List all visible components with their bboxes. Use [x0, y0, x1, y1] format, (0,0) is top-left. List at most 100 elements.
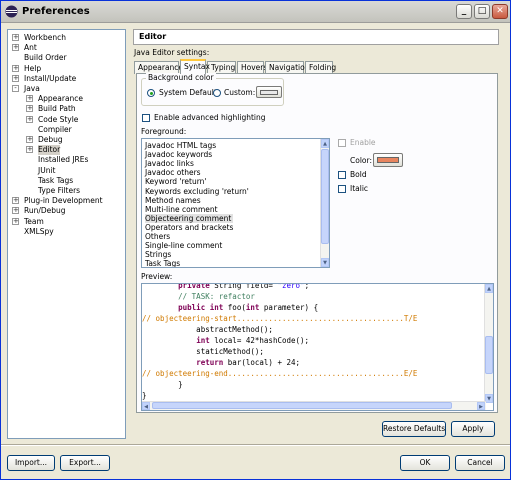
export-button[interactable]: Export... [60, 455, 110, 471]
close-button[interactable]: ✕ [492, 4, 508, 19]
foreground-list-item[interactable]: Javadoc HTML tags [145, 141, 216, 150]
tree-item-ant[interactable]: + Ant [8, 43, 125, 53]
maximize-icon: □ [477, 6, 487, 16]
tree-item-junit[interactable]: JUnit [8, 166, 125, 176]
code-token: // objecteering-start...................… [142, 314, 418, 323]
expand-icon[interactable]: + [12, 44, 19, 52]
tree-item-install-update[interactable]: + Install/Update [8, 74, 125, 84]
expand-icon[interactable]: + [26, 105, 33, 113]
advanced-highlighting-checkbox[interactable] [142, 114, 150, 122]
system-default-radio[interactable] [147, 89, 155, 97]
title-bar[interactable]: Preferences _ □ ✕ [1, 1, 510, 23]
bold-label[interactable]: Bold [350, 170, 367, 179]
footer-divider [1, 444, 510, 446]
foreground-list-item[interactable]: Strings [145, 250, 171, 259]
foreground-list-item[interactable]: Operators and brackets [145, 223, 233, 232]
tab-syntax[interactable]: Syntax [180, 59, 210, 74]
tree-item-editor[interactable]: + Editor [8, 145, 125, 156]
foreground-scrollbar[interactable]: ▲ ▼ [320, 139, 329, 267]
foreground-list-item[interactable]: Single-line comment [145, 241, 222, 250]
code-preview[interactable]: } } // objecteering-end..................… [141, 283, 494, 411]
italic-label[interactable]: Italic [350, 184, 368, 193]
expand-icon[interactable]: + [26, 95, 33, 103]
expand-icon[interactable]: + [12, 74, 19, 82]
expand-icon[interactable]: + [12, 217, 19, 225]
tree-item-xmlspy[interactable]: XMLSpy [8, 227, 125, 237]
foreground-list-item[interactable]: Task Tags [145, 259, 180, 267]
scroll-up-icon[interactable]: ▲ [485, 284, 493, 293]
apply-button[interactable]: Apply [451, 421, 495, 437]
custom-radio[interactable] [213, 89, 221, 97]
foreground-list-item[interactable]: Multi-line comment [145, 205, 218, 214]
tree-item-team[interactable]: + Team [8, 217, 125, 227]
tree-item-label: Workbench [24, 33, 66, 42]
scroll-up-icon[interactable]: ▲ [321, 139, 329, 148]
close-icon: ✕ [496, 6, 504, 16]
foreground-list-item[interactable]: Objecteering comment [145, 213, 233, 223]
import-button[interactable]: Import... [7, 455, 55, 471]
foreground-list-item[interactable]: Keywords excluding 'return' [145, 187, 249, 196]
tree-item-build-order[interactable]: Build Order [8, 53, 125, 63]
scroll-thumb[interactable] [152, 402, 452, 409]
bold-checkbox[interactable] [338, 171, 346, 179]
tree-item-help[interactable]: + Help [8, 64, 125, 74]
code-line: public int foo(int parameter) { [142, 302, 318, 313]
minimize-button[interactable]: _ [456, 4, 472, 19]
advanced-highlighting-label[interactable]: Enable advanced highlighting [154, 113, 266, 122]
cancel-button[interactable]: Cancel [455, 455, 505, 471]
foreground-list-item[interactable]: Javadoc links [145, 159, 194, 168]
foreground-color-swatch [377, 157, 399, 163]
expand-icon[interactable]: + [26, 136, 33, 143]
scroll-left-icon[interactable]: ◀ [142, 402, 150, 410]
preview-hscrollbar[interactable]: ◀ ▶ [142, 401, 486, 410]
preferences-tree[interactable]: + Workbench + Ant Build Order + Help + Install/U… [7, 29, 126, 439]
page-title: Editor [133, 29, 499, 45]
foreground-list-item[interactable]: Javadoc others [145, 168, 201, 177]
expand-icon[interactable]: + [12, 64, 19, 72]
tree-item-java[interactable]: - Java [8, 84, 125, 94]
scroll-down-icon[interactable]: ▼ [485, 394, 493, 403]
enable-checkbox[interactable] [338, 139, 346, 147]
italic-checkbox[interactable] [338, 185, 346, 193]
foreground-color-button[interactable] [373, 153, 403, 167]
foreground-list-item[interactable]: Keyword 'return' [145, 177, 206, 186]
eclipse-icon [5, 5, 18, 18]
tree-item-label: Java [24, 84, 40, 93]
maximize-button[interactable]: □ [474, 4, 490, 19]
collapse-icon[interactable]: - [12, 85, 19, 92]
background-color-button[interactable] [256, 86, 282, 98]
tree-item-run-debug[interactable]: + Run/Debug [8, 206, 125, 216]
tree-item-task-tags[interactable]: Task Tags [8, 176, 125, 186]
tree-item-debug[interactable]: + Debug [8, 135, 125, 145]
expand-icon[interactable]: + [12, 197, 19, 205]
foreground-list[interactable]: Task Tags Strings Single-line comment Other… [141, 138, 330, 268]
custom-label[interactable]: Custom: [224, 88, 255, 97]
foreground-list-item[interactable]: Javadoc keywords [145, 150, 212, 159]
tree-item-label: Plug-in Development [24, 196, 103, 206]
scroll-right-icon[interactable]: ▶ [477, 402, 485, 410]
foreground-list-item[interactable]: Others [145, 232, 170, 241]
scroll-thumb[interactable] [321, 149, 329, 244]
tree-item-build-path[interactable]: + Build Path [8, 104, 125, 114]
tree-item-code-style[interactable]: + Code Style [8, 115, 125, 125]
tree-item-workbench[interactable]: + Workbench [8, 33, 125, 43]
ok-button[interactable]: OK [400, 455, 450, 471]
code-line: } [142, 379, 183, 390]
scroll-down-icon[interactable]: ▼ [321, 258, 329, 267]
system-default-label[interactable]: System Default [159, 88, 217, 97]
tree-item-appearance[interactable]: + Appearance [8, 94, 125, 104]
tree-item-installed-jres[interactable]: Installed JREs [8, 155, 125, 165]
foreground-list-item[interactable]: Method names [145, 196, 201, 205]
restore-defaults-button[interactable]: Restore Defaults [382, 421, 446, 437]
expand-icon[interactable]: + [12, 34, 19, 41]
tree-item-label: Compiler [38, 124, 72, 134]
preview-vscrollbar[interactable]: ▲ ▼ [484, 284, 493, 403]
tree-item-plug-in-development[interactable]: + Plug-in Development [8, 196, 125, 206]
tree-item-type-filters[interactable]: Type Filters [8, 186, 125, 196]
scroll-thumb[interactable] [485, 336, 493, 374]
tree-item-compiler[interactable]: Compiler [8, 125, 125, 135]
expand-icon[interactable]: + [26, 146, 33, 154]
expand-icon[interactable]: + [12, 207, 19, 215]
expand-icon[interactable]: + [26, 115, 33, 123]
